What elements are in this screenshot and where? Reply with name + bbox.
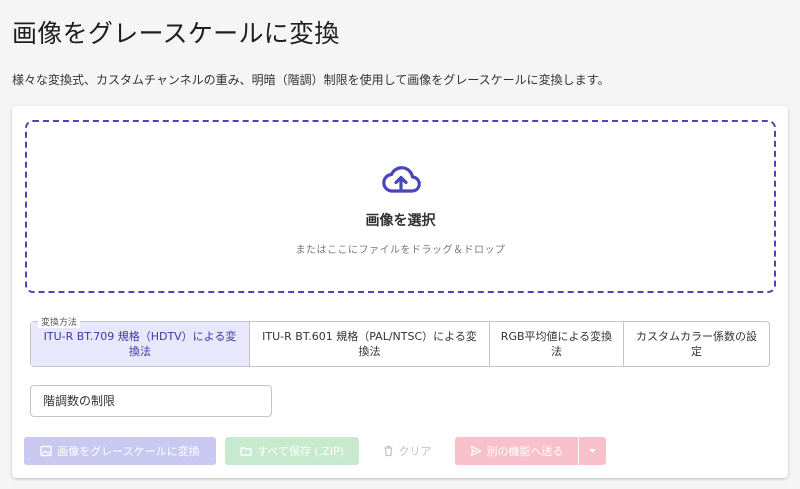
image-icon [40,445,52,457]
folder-icon [240,447,252,456]
dropzone-subtitle: またはここにファイルをドラッグ＆ドロップ [295,245,506,256]
method-option-rgb-average[interactable]: RGB平均値による変換法 [490,322,624,366]
send-to-feature-label: 別の機能へ送る [486,445,564,458]
page-description: 様々な変換式、カスタムチャンネルの重み、明暗（階調）制限を使用して画像をグレース… [12,73,610,87]
method-option-custom[interactable]: カスタムカラー係数の設定 [624,322,769,366]
method-option-bt709[interactable]: ITU-R BT.709 規格（HDTV）による変換法 [31,322,250,366]
cloud-upload-icon [382,166,421,193]
conversion-method-group: ITU-R BT.709 規格（HDTV）による変換法 ITU-R BT.601… [30,321,770,367]
send-to-feature-button[interactable]: 別の機能へ送る [455,437,578,465]
send-options-dropdown-button[interactable] [579,437,606,465]
method-option-bt601[interactable]: ITU-R BT.601 規格（PAL/NTSC）による変換法 [250,322,490,366]
convert-button-label: 画像をグレースケールに変換 [57,445,200,458]
send-icon [470,445,482,457]
save-all-zip-button[interactable]: すべて保存 (.ZIP) [225,437,359,465]
gray-levels-input[interactable]: 階調数の制限 [30,385,272,417]
dropzone-title: 画像を選択 [365,213,436,229]
clear-button[interactable]: クリア [370,437,444,465]
main-card: 画像を選択 またはここにファイルをドラッグ＆ドロップ ITU-R BT.709 … [12,106,788,478]
save-all-zip-label: すべて保存 (.ZIP) [257,445,344,458]
page-title: 画像をグレースケールに変換 [12,19,340,48]
caret-down-icon [589,449,596,453]
convert-button[interactable]: 画像をグレースケールに変換 [24,437,216,465]
conversion-method-legend: 変換方法 [38,315,81,328]
trash-icon [384,445,392,457]
image-dropzone[interactable]: 画像を選択 またはここにファイルをドラッグ＆ドロップ [25,120,776,293]
clear-button-label: クリア [398,445,432,458]
